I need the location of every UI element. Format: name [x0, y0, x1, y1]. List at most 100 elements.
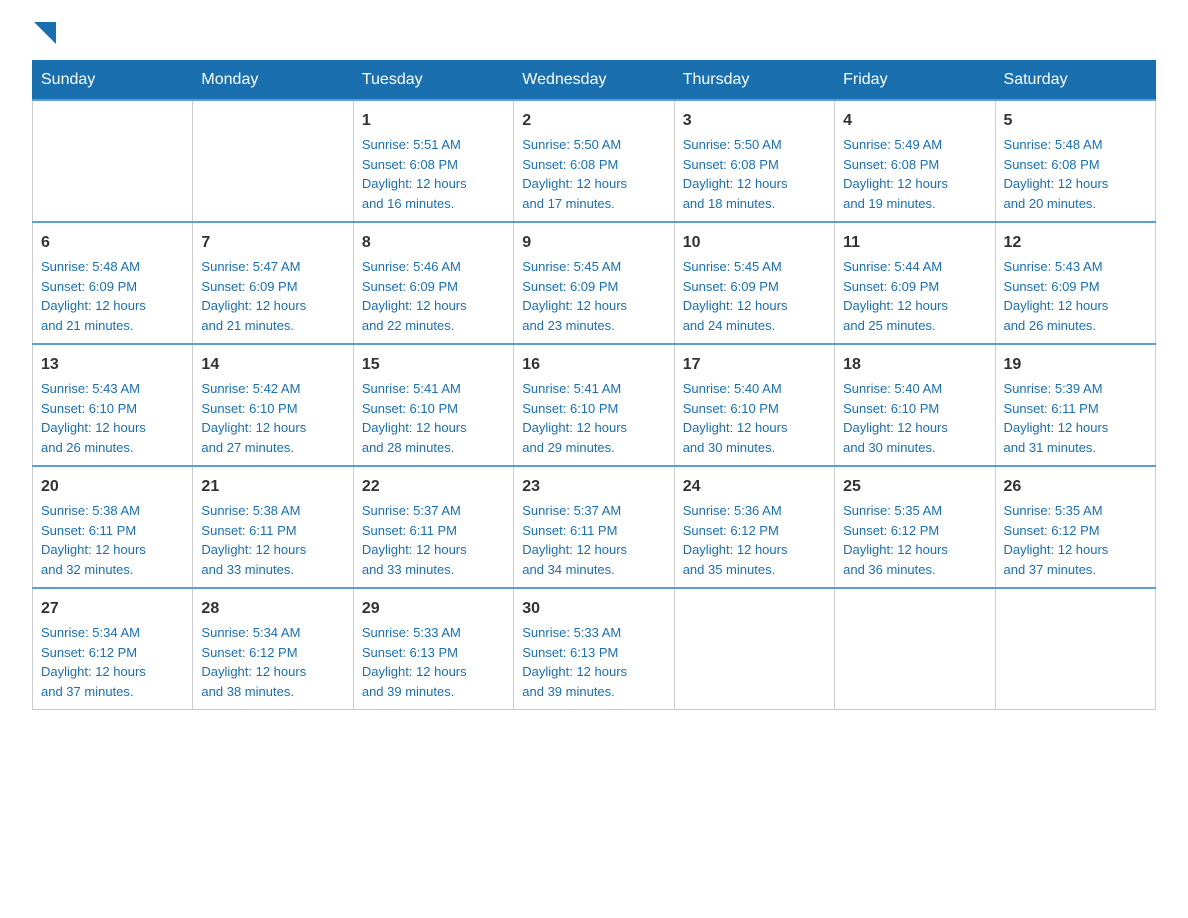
calendar-cell: 20Sunrise: 5:38 AM Sunset: 6:11 PM Dayli…	[33, 466, 193, 588]
logo-triangle-icon	[34, 22, 56, 44]
day-number: 26	[1004, 475, 1147, 499]
day-info: Sunrise: 5:51 AM Sunset: 6:08 PM Dayligh…	[362, 135, 505, 213]
day-info: Sunrise: 5:50 AM Sunset: 6:08 PM Dayligh…	[522, 135, 665, 213]
calendar-week-row: 20Sunrise: 5:38 AM Sunset: 6:11 PM Dayli…	[33, 466, 1156, 588]
column-header-sunday: Sunday	[33, 61, 193, 101]
day-info: Sunrise: 5:33 AM Sunset: 6:13 PM Dayligh…	[362, 623, 505, 701]
calendar-cell: 28Sunrise: 5:34 AM Sunset: 6:12 PM Dayli…	[193, 588, 353, 710]
calendar-cell: 17Sunrise: 5:40 AM Sunset: 6:10 PM Dayli…	[674, 344, 834, 466]
day-number: 5	[1004, 109, 1147, 133]
calendar-cell: 24Sunrise: 5:36 AM Sunset: 6:12 PM Dayli…	[674, 466, 834, 588]
day-number: 24	[683, 475, 826, 499]
day-number: 15	[362, 353, 505, 377]
calendar-cell: 12Sunrise: 5:43 AM Sunset: 6:09 PM Dayli…	[995, 222, 1155, 344]
calendar-week-row: 13Sunrise: 5:43 AM Sunset: 6:10 PM Dayli…	[33, 344, 1156, 466]
day-info: Sunrise: 5:40 AM Sunset: 6:10 PM Dayligh…	[683, 379, 826, 457]
day-info: Sunrise: 5:49 AM Sunset: 6:08 PM Dayligh…	[843, 135, 986, 213]
day-number: 18	[843, 353, 986, 377]
day-number: 16	[522, 353, 665, 377]
calendar-cell: 1Sunrise: 5:51 AM Sunset: 6:08 PM Daylig…	[353, 100, 513, 222]
day-number: 21	[201, 475, 344, 499]
day-info: Sunrise: 5:41 AM Sunset: 6:10 PM Dayligh…	[522, 379, 665, 457]
day-info: Sunrise: 5:38 AM Sunset: 6:11 PM Dayligh…	[41, 501, 184, 579]
calendar-cell: 13Sunrise: 5:43 AM Sunset: 6:10 PM Dayli…	[33, 344, 193, 466]
calendar-cell: 29Sunrise: 5:33 AM Sunset: 6:13 PM Dayli…	[353, 588, 513, 710]
day-info: Sunrise: 5:48 AM Sunset: 6:09 PM Dayligh…	[41, 257, 184, 335]
day-info: Sunrise: 5:45 AM Sunset: 6:09 PM Dayligh…	[683, 257, 826, 335]
day-number: 11	[843, 231, 986, 255]
day-info: Sunrise: 5:41 AM Sunset: 6:10 PM Dayligh…	[362, 379, 505, 457]
calendar-week-row: 1Sunrise: 5:51 AM Sunset: 6:08 PM Daylig…	[33, 100, 1156, 222]
day-number: 27	[41, 597, 184, 621]
calendar-cell: 30Sunrise: 5:33 AM Sunset: 6:13 PM Dayli…	[514, 588, 674, 710]
day-info: Sunrise: 5:40 AM Sunset: 6:10 PM Dayligh…	[843, 379, 986, 457]
day-number: 19	[1004, 353, 1147, 377]
day-number: 1	[362, 109, 505, 133]
day-info: Sunrise: 5:47 AM Sunset: 6:09 PM Dayligh…	[201, 257, 344, 335]
calendar-cell: 6Sunrise: 5:48 AM Sunset: 6:09 PM Daylig…	[33, 222, 193, 344]
day-number: 7	[201, 231, 344, 255]
column-header-tuesday: Tuesday	[353, 61, 513, 101]
day-number: 2	[522, 109, 665, 133]
calendar-cell: 2Sunrise: 5:50 AM Sunset: 6:08 PM Daylig…	[514, 100, 674, 222]
calendar-week-row: 27Sunrise: 5:34 AM Sunset: 6:12 PM Dayli…	[33, 588, 1156, 710]
day-number: 22	[362, 475, 505, 499]
day-info: Sunrise: 5:42 AM Sunset: 6:10 PM Dayligh…	[201, 379, 344, 457]
day-number: 12	[1004, 231, 1147, 255]
day-number: 30	[522, 597, 665, 621]
calendar-cell: 3Sunrise: 5:50 AM Sunset: 6:08 PM Daylig…	[674, 100, 834, 222]
day-number: 10	[683, 231, 826, 255]
day-number: 20	[41, 475, 184, 499]
day-number: 17	[683, 353, 826, 377]
day-info: Sunrise: 5:37 AM Sunset: 6:11 PM Dayligh…	[522, 501, 665, 579]
day-info: Sunrise: 5:36 AM Sunset: 6:12 PM Dayligh…	[683, 501, 826, 579]
calendar-cell: 9Sunrise: 5:45 AM Sunset: 6:09 PM Daylig…	[514, 222, 674, 344]
calendar-cell: 5Sunrise: 5:48 AM Sunset: 6:08 PM Daylig…	[995, 100, 1155, 222]
day-info: Sunrise: 5:45 AM Sunset: 6:09 PM Dayligh…	[522, 257, 665, 335]
day-info: Sunrise: 5:33 AM Sunset: 6:13 PM Dayligh…	[522, 623, 665, 701]
day-info: Sunrise: 5:46 AM Sunset: 6:09 PM Dayligh…	[362, 257, 505, 335]
calendar-cell: 14Sunrise: 5:42 AM Sunset: 6:10 PM Dayli…	[193, 344, 353, 466]
column-header-friday: Friday	[835, 61, 995, 101]
column-header-monday: Monday	[193, 61, 353, 101]
calendar-header-row: SundayMondayTuesdayWednesdayThursdayFrid…	[33, 61, 1156, 101]
day-info: Sunrise: 5:44 AM Sunset: 6:09 PM Dayligh…	[843, 257, 986, 335]
day-number: 23	[522, 475, 665, 499]
calendar-cell: 7Sunrise: 5:47 AM Sunset: 6:09 PM Daylig…	[193, 222, 353, 344]
calendar-cell: 25Sunrise: 5:35 AM Sunset: 6:12 PM Dayli…	[835, 466, 995, 588]
calendar-cell: 16Sunrise: 5:41 AM Sunset: 6:10 PM Dayli…	[514, 344, 674, 466]
day-number: 28	[201, 597, 344, 621]
calendar-table: SundayMondayTuesdayWednesdayThursdayFrid…	[32, 60, 1156, 710]
day-number: 25	[843, 475, 986, 499]
calendar-cell	[674, 588, 834, 710]
day-info: Sunrise: 5:35 AM Sunset: 6:12 PM Dayligh…	[843, 501, 986, 579]
calendar-cell: 26Sunrise: 5:35 AM Sunset: 6:12 PM Dayli…	[995, 466, 1155, 588]
day-info: Sunrise: 5:48 AM Sunset: 6:08 PM Dayligh…	[1004, 135, 1147, 213]
column-header-thursday: Thursday	[674, 61, 834, 101]
calendar-cell: 10Sunrise: 5:45 AM Sunset: 6:09 PM Dayli…	[674, 222, 834, 344]
column-header-saturday: Saturday	[995, 61, 1155, 101]
day-info: Sunrise: 5:34 AM Sunset: 6:12 PM Dayligh…	[41, 623, 184, 701]
day-info: Sunrise: 5:43 AM Sunset: 6:09 PM Dayligh…	[1004, 257, 1147, 335]
calendar-cell	[995, 588, 1155, 710]
day-info: Sunrise: 5:50 AM Sunset: 6:08 PM Dayligh…	[683, 135, 826, 213]
day-number: 13	[41, 353, 184, 377]
calendar-week-row: 6Sunrise: 5:48 AM Sunset: 6:09 PM Daylig…	[33, 222, 1156, 344]
logo	[32, 24, 56, 40]
calendar-cell: 27Sunrise: 5:34 AM Sunset: 6:12 PM Dayli…	[33, 588, 193, 710]
day-number: 3	[683, 109, 826, 133]
calendar-cell	[193, 100, 353, 222]
calendar-cell: 4Sunrise: 5:49 AM Sunset: 6:08 PM Daylig…	[835, 100, 995, 222]
day-info: Sunrise: 5:34 AM Sunset: 6:12 PM Dayligh…	[201, 623, 344, 701]
day-info: Sunrise: 5:39 AM Sunset: 6:11 PM Dayligh…	[1004, 379, 1147, 457]
page-header	[32, 24, 1156, 40]
calendar-cell: 19Sunrise: 5:39 AM Sunset: 6:11 PM Dayli…	[995, 344, 1155, 466]
day-number: 6	[41, 231, 184, 255]
calendar-cell: 18Sunrise: 5:40 AM Sunset: 6:10 PM Dayli…	[835, 344, 995, 466]
day-number: 8	[362, 231, 505, 255]
calendar-cell	[835, 588, 995, 710]
day-number: 9	[522, 231, 665, 255]
day-number: 29	[362, 597, 505, 621]
day-info: Sunrise: 5:37 AM Sunset: 6:11 PM Dayligh…	[362, 501, 505, 579]
calendar-cell	[33, 100, 193, 222]
